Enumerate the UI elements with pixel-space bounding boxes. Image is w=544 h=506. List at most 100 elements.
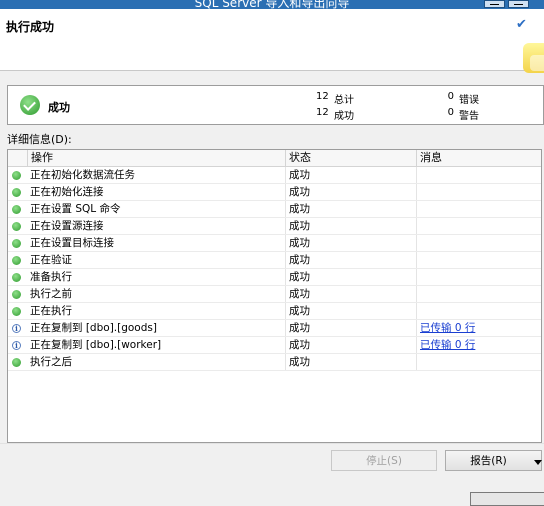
column-separator: [285, 303, 286, 320]
table-row[interactable]: 正在初始化连接 成功: [8, 184, 541, 201]
row-action: 准备执行: [30, 271, 72, 283]
total-count: 12: [316, 91, 329, 102]
row-message-link[interactable]: 已传输 0 行: [420, 337, 475, 354]
row-action: 正在设置源连接: [30, 220, 104, 232]
info-icon: i: [12, 324, 21, 333]
summary-status: 成功: [48, 101, 70, 114]
row-status: 成功: [289, 288, 310, 300]
row-status: 成功: [289, 322, 310, 334]
table-row[interactable]: 正在初始化数据流任务 成功: [8, 167, 541, 184]
page-title: 执行成功: [6, 20, 55, 34]
column-separator: [416, 218, 417, 235]
column-separator: [285, 252, 286, 269]
row-status: 成功: [289, 356, 310, 368]
footer-divider: [0, 443, 544, 444]
column-separator: [416, 303, 417, 320]
success-label: 成功: [334, 111, 354, 122]
row-action: 正在验证: [30, 254, 72, 266]
finish-button[interactable]: [470, 492, 544, 506]
maximize-button[interactable]: [508, 0, 529, 8]
success-icon: [12, 290, 21, 299]
column-separator: [416, 252, 417, 269]
success-count: 12: [316, 107, 329, 118]
column-separator: [285, 320, 286, 337]
table-row[interactable]: 正在验证 成功: [8, 252, 541, 269]
column-separator: [285, 354, 286, 371]
table-row[interactable]: 准备执行 成功: [8, 269, 541, 286]
column-separator: [416, 337, 417, 354]
row-status: 成功: [289, 254, 310, 266]
chevron-down-icon[interactable]: [534, 460, 542, 465]
row-status: 成功: [289, 203, 310, 215]
report-button[interactable]: 报告(R): [445, 450, 542, 471]
column-separator: [416, 286, 417, 303]
table-row[interactable]: 正在设置 SQL 命令 成功: [8, 201, 541, 218]
column-separator: [285, 201, 286, 218]
column-separator: [285, 286, 286, 303]
row-action: 正在初始化数据流任务: [30, 169, 135, 181]
table-row[interactable]: 正在执行 成功: [8, 303, 541, 320]
column-separator: [416, 167, 417, 184]
row-action: 正在执行: [30, 305, 72, 317]
row-action: 正在初始化连接: [30, 186, 104, 198]
column-separator: [285, 167, 286, 184]
success-icon: [12, 273, 21, 282]
row-status: 成功: [289, 220, 310, 232]
row-action: 正在复制到 [dbo].[goods]: [30, 322, 157, 334]
column-header-message[interactable]: 消息: [416, 150, 541, 166]
column-separator: [285, 269, 286, 286]
table-row[interactable]: 执行之后 成功: [8, 354, 541, 371]
row-action: 执行之前: [30, 288, 72, 300]
column-separator: [416, 354, 417, 371]
row-status: 成功: [289, 186, 310, 198]
info-icon: i: [12, 341, 21, 350]
error-count: 0: [447, 91, 454, 102]
details-label: 详细信息(D):: [7, 133, 72, 146]
column-separator: [416, 320, 417, 337]
column-separator: [416, 184, 417, 201]
grid-header: 操作 状态 消息: [8, 150, 541, 167]
row-action: 正在复制到 [dbo].[worker]: [30, 339, 162, 351]
title-bar: SQL Server 导入和导出向导: [0, 0, 544, 9]
row-status: 成功: [289, 271, 310, 283]
table-row[interactable]: 执行之前 成功: [8, 286, 541, 303]
row-status: 成功: [289, 169, 310, 181]
column-separator: [285, 184, 286, 201]
column-header-action[interactable]: 操作: [27, 150, 285, 166]
row-action: 正在设置 SQL 命令: [30, 203, 121, 215]
wizard-illustration-highlight: [530, 55, 544, 71]
row-action: 正在设置目标连接: [30, 237, 114, 249]
table-row[interactable]: i 正在复制到 [dbo].[worker] 成功 已传输 0 行: [8, 337, 541, 354]
minimize-button[interactable]: [484, 0, 505, 8]
success-icon: [12, 239, 21, 248]
table-row[interactable]: 正在设置目标连接 成功: [8, 235, 541, 252]
warning-count: 0: [447, 107, 454, 118]
success-icon: [12, 307, 21, 316]
warning-label: 警告: [459, 111, 479, 122]
minimize-icon: [490, 4, 499, 5]
total-label: 总计: [334, 95, 354, 106]
row-message-link[interactable]: 已传输 0 行: [420, 320, 475, 337]
grid-header-icon-column[interactable]: [8, 150, 27, 166]
row-status: 成功: [289, 305, 310, 317]
details-grid[interactable]: 操作 状态 消息 正在初始化数据流任务 成功 正在初始化连接 成功 正在设置 SQL 命…: [7, 149, 542, 443]
stop-button[interactable]: 停止(S): [331, 450, 437, 471]
row-status: 成功: [289, 339, 310, 351]
success-icon: [12, 256, 21, 265]
success-icon: [12, 171, 21, 180]
column-separator: [416, 235, 417, 252]
wizard-header: 执行成功 ✔: [0, 9, 544, 73]
column-separator: [285, 337, 286, 354]
success-icon: [12, 358, 21, 367]
column-separator: [416, 269, 417, 286]
success-icon: [20, 95, 40, 115]
table-row[interactable]: i 正在复制到 [dbo].[goods] 成功 已传输 0 行: [8, 320, 541, 337]
table-row[interactable]: 正在设置源连接 成功: [8, 218, 541, 235]
column-header-status[interactable]: 状态: [285, 150, 416, 166]
error-label: 错误: [459, 95, 479, 106]
column-separator: [285, 218, 286, 235]
summary-panel: 成功 12 总计 12 成功 0 错误 0 警告: [7, 85, 544, 125]
row-status: 成功: [289, 237, 310, 249]
row-divider: [8, 370, 541, 371]
success-icon: [12, 188, 21, 197]
